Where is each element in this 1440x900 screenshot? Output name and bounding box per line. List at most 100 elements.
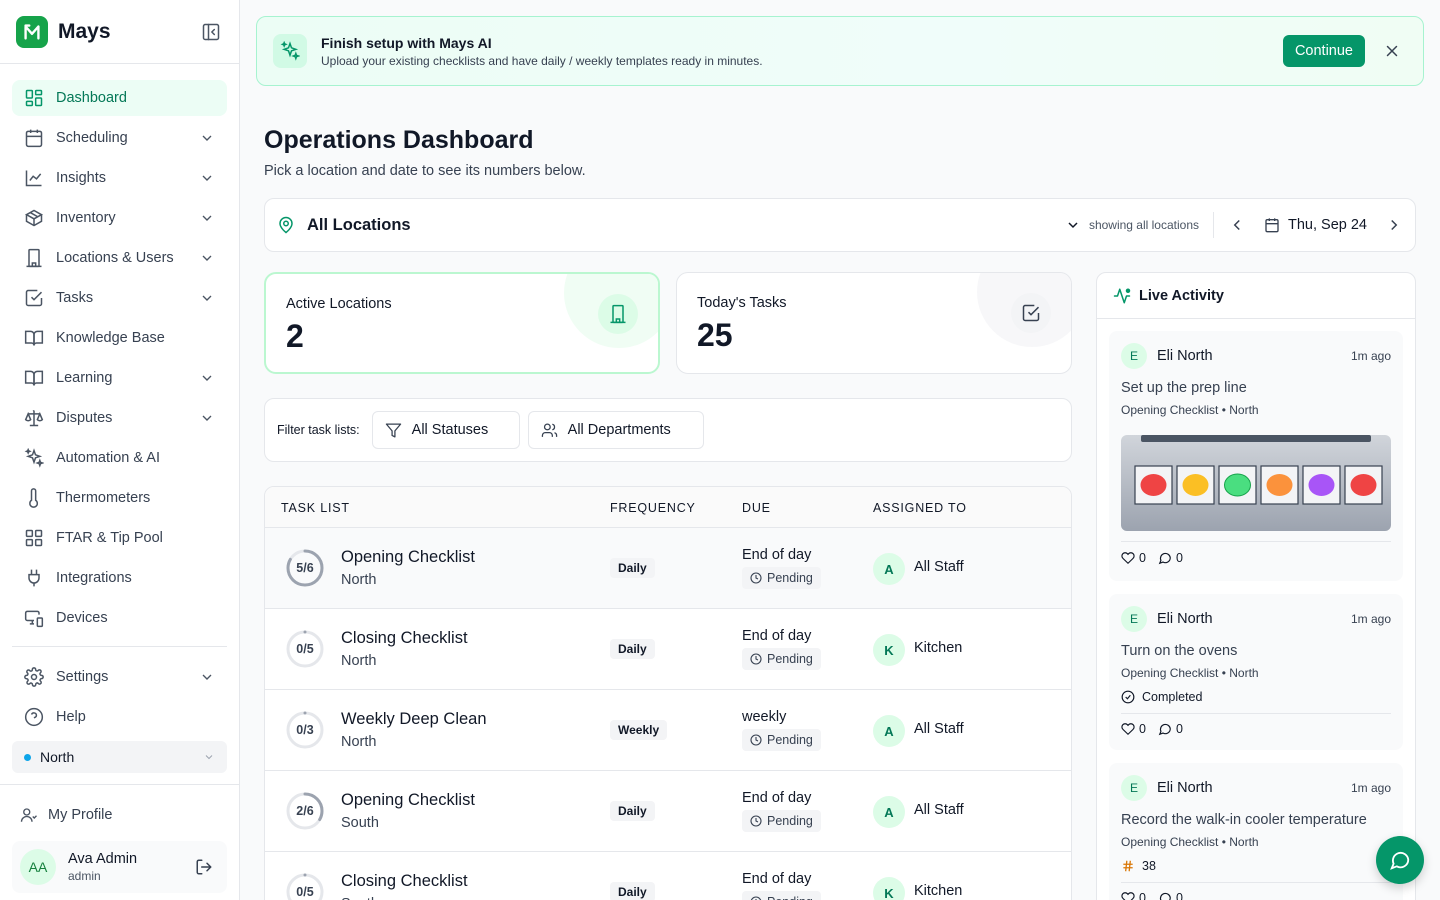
chevron-down-icon[interactable] [199,669,215,685]
like-button[interactable]: 0 [1121,722,1146,736]
activity-card[interactable]: E Eli North 1m ago Set up the prep line … [1109,331,1403,581]
like-button[interactable]: 0 [1121,551,1146,565]
status-text: Pending [767,733,813,747]
location-dropdown[interactable]: All Locations [307,216,411,235]
sidebar-item-thermometers[interactable]: Thermometers [12,480,227,516]
status-text: Pending [767,895,813,900]
sidebar-item-ftar-tip-pool[interactable]: FTAR & Tip Pool [12,520,227,556]
sidebar-item-label: Help [56,709,86,725]
clock-icon [750,815,762,827]
table-row[interactable]: 0/5 Closing Checklist South Daily End of day… [265,852,1071,900]
stat-card-todays-tasks[interactable]: Today's Tasks 25 [676,272,1072,374]
sidebar-item-inventory[interactable]: Inventory [12,200,227,236]
sidebar-item-integrations[interactable]: Integrations [12,560,227,596]
activity-photo[interactable] [1121,435,1391,531]
activity-card[interactable]: E Eli North 1m ago Record the walk-in co… [1109,763,1403,900]
comment-button[interactable]: 0 [1158,891,1183,900]
status-text: Pending [767,814,813,828]
chevron-down-icon[interactable] [199,250,215,266]
chevron-down-icon[interactable] [199,130,215,146]
divider [1121,882,1391,883]
chevron-down-icon[interactable] [199,210,215,226]
task-name[interactable]: Closing Checklist [341,629,468,648]
location-hint: showing all locations [1088,218,1199,232]
activity-time: 1m ago [1350,612,1391,626]
table-row[interactable]: 5/6 Opening Checklist North Daily End of day… [265,528,1071,609]
chevron-down-icon[interactable] [199,370,215,386]
comment-button[interactable]: 0 [1158,551,1183,565]
comment-button[interactable]: 0 [1158,722,1183,736]
table-header: TASK LIST FREQUENCY DUE ASSIGNED TO [265,487,1071,528]
sidebar-item-devices[interactable]: Devices [12,600,227,636]
sidebar-item-help[interactable]: Help [12,699,227,735]
status-filter[interactable]: All Statuses [371,411,520,449]
table-row[interactable]: 0/3 Weekly Deep Clean North Weekly weekly Pen… [265,690,1071,771]
sidebar-item-automation-ai[interactable]: Automation & AI [12,440,227,476]
sidebar-item-scheduling[interactable]: Scheduling [12,120,227,156]
activity-reactions: 0 0 [1121,551,1195,565]
page-title: Operations Dashboard [264,126,534,154]
my-profile-link[interactable]: My Profile [12,797,227,833]
sidebar-item-locations-users[interactable]: Locations & Users [12,240,227,276]
chevron-down-icon[interactable] [1065,217,1081,233]
mays-logo-icon[interactable] [16,15,48,48]
sidebar-item-knowledge-base[interactable]: Knowledge Base [12,320,227,356]
sidebar-item-insights[interactable]: Insights [12,160,227,196]
table-row[interactable]: 2/6 Opening Checklist South Daily End of day… [265,771,1071,852]
stat-label: Today's Tasks [697,295,787,311]
like-button[interactable]: 0 [1121,891,1146,900]
chevron-left-icon[interactable] [1228,216,1246,234]
sidebar-item-disputes[interactable]: Disputes [12,400,227,436]
comment-icon [1158,723,1171,736]
sidebar-item-settings[interactable]: Settings [12,659,227,695]
column-header-due[interactable]: DUE [742,501,771,515]
book-open-icon [24,370,44,386]
stat-card-active-locations[interactable]: Active Locations 2 [264,272,660,374]
divider [1121,541,1391,542]
column-header-assigned-to[interactable]: ASSIGNED TO [873,501,967,515]
chevron-down-icon[interactable] [199,410,215,426]
calendar-icon [25,129,43,148]
task-location: North [341,653,377,669]
date-picker[interactable]: Thu, Sep 24 [1264,217,1367,233]
due-text: End of day [742,871,812,887]
chat-button[interactable] [1376,836,1424,884]
close-icon[interactable] [1383,42,1401,60]
table-row[interactable]: 0/5 Closing Checklist North Daily End of day… [265,609,1071,690]
sidebar-item-learning[interactable]: Learning [12,360,227,396]
task-name[interactable]: Weekly Deep Clean [341,710,487,729]
chevron-down-icon[interactable] [199,170,215,186]
logout-icon[interactable] [195,858,213,876]
sidebar-item-dashboard[interactable]: Dashboard [12,80,227,116]
activity-reading: 38 [1121,859,1156,873]
column-header-task-list[interactable]: TASK LIST [281,501,350,515]
collapse-sidebar-icon[interactable] [199,20,223,44]
task-name[interactable]: Closing Checklist [341,872,468,891]
column-header-frequency[interactable]: FREQUENCY [610,501,696,515]
task-location: South [341,896,379,900]
sidebar-item-label: Learning [56,370,113,386]
stat-value: 2 [286,318,304,354]
sidebar-item-tasks[interactable]: Tasks [12,280,227,316]
like-count: 0 [1139,551,1146,565]
avatar: A [873,715,905,747]
activity-subtitle: Opening Checklist • North [1121,835,1259,849]
book-icon [24,330,44,346]
location-bar-right: showing all locations Thu, Sep 24 [1065,212,1403,238]
status-text: Pending [767,571,813,585]
continue-button[interactable]: Continue [1282,35,1365,67]
activity-card[interactable]: E Eli North 1m ago Turn on the ovens Ope… [1109,594,1403,750]
plug-icon [28,569,40,587]
chevron-down-icon[interactable] [199,290,215,306]
chevron-right-icon[interactable] [1385,216,1403,234]
task-name[interactable]: Opening Checklist [341,548,475,567]
status-badge: Pending [742,648,821,670]
activity-status-text: Completed [1142,690,1203,704]
activity-time: 1m ago [1350,349,1391,363]
thermometer-icon [29,488,39,508]
avatar[interactable]: AA [20,849,56,885]
department-filter[interactable]: All Departments [527,411,704,449]
location-select[interactable]: North [12,741,227,773]
due-text: End of day [742,547,812,563]
task-name[interactable]: Opening Checklist [341,791,475,810]
